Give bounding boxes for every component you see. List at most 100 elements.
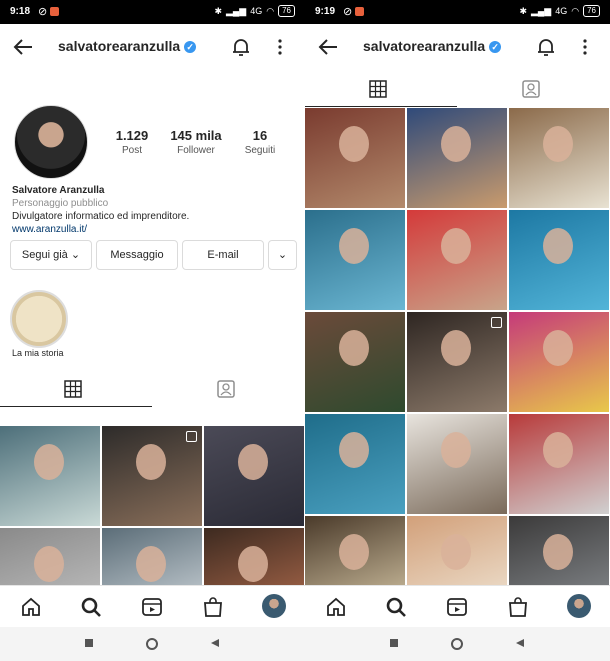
photo-subject (238, 444, 268, 480)
reels-icon[interactable] (141, 596, 163, 618)
verified-badge-icon: ✓ (184, 41, 197, 53)
profile-tabs (305, 72, 610, 107)
home-icon[interactable] (20, 596, 42, 618)
search-icon[interactable] (385, 596, 407, 618)
photo-subject (339, 126, 369, 162)
back-arrow-icon[interactable] (12, 36, 34, 58)
profile-category: Personaggio pubblico (12, 198, 109, 209)
post-thumbnail[interactable] (407, 108, 507, 208)
grid-icon (64, 380, 82, 398)
profile-username: salvatorearanzulla ✓ (58, 38, 197, 54)
post-thumbnail[interactable] (407, 312, 507, 412)
bottom-nav (305, 585, 610, 628)
post-thumbnail[interactable] (305, 210, 405, 310)
photo-subject (339, 228, 369, 264)
wifi-icon: ◠ (571, 5, 580, 16)
photo-subject (543, 534, 573, 570)
stat-following-label: Seguiti (244, 145, 276, 156)
username-text: salvatorearanzulla (58, 38, 181, 54)
left-screen: 9:18 ⊘ ✱ ▂▄▆ 4G ◠ 76 salvatorearanzulla ✓… (0, 0, 305, 661)
network-label: 4G (250, 6, 263, 16)
tab-grid[interactable] (305, 72, 457, 107)
more-options-icon[interactable] (575, 36, 595, 58)
profile-avatar-nav[interactable] (262, 594, 286, 618)
bluetooth-icon: ✱ (519, 5, 527, 16)
system-nav-bar (0, 627, 305, 661)
post-thumbnail[interactable] (102, 426, 202, 526)
home-circle-icon[interactable] (146, 638, 158, 650)
following-button[interactable]: Segui già ⌄ (10, 240, 92, 270)
signal-icon: ▂▄▆ (225, 5, 247, 16)
recents-square-icon[interactable] (389, 638, 399, 648)
shop-icon[interactable] (202, 596, 224, 618)
carousel-icon (491, 317, 502, 328)
search-icon[interactable] (80, 596, 102, 618)
photo-subject (543, 126, 573, 162)
verified-badge-icon: ✓ (489, 41, 502, 53)
photo-subject (441, 330, 471, 366)
post-thumbnail[interactable] (305, 108, 405, 208)
tab-grid[interactable] (0, 372, 152, 407)
tab-tagged[interactable] (458, 72, 610, 106)
profile-bio: Divulgatore informatico ed imprenditore. (12, 211, 190, 222)
photo-subject (543, 228, 573, 264)
system-nav-bar (305, 627, 610, 661)
network-label: 4G (555, 6, 568, 16)
photo-subject (441, 228, 471, 264)
post-thumbnail[interactable] (204, 426, 304, 526)
post-thumbnail[interactable] (0, 426, 100, 526)
posts-grid (305, 108, 610, 616)
profile-avatar-nav[interactable] (567, 594, 591, 618)
suggestions-button[interactable]: ⌄ (268, 240, 297, 270)
back-triangle-icon[interactable] (210, 638, 220, 648)
photo-subject (441, 126, 471, 162)
message-button[interactable]: Messaggio (96, 240, 178, 270)
stat-following[interactable]: 16 Seguiti (225, 128, 295, 156)
stat-followers[interactable]: 145 mila Follower (161, 128, 231, 156)
username-text: salvatorearanzulla (363, 38, 486, 54)
app-bar: salvatorearanzulla ✓ (0, 24, 305, 70)
photo-subject (543, 330, 573, 366)
photo-subject (441, 534, 471, 570)
alarm-off-icon: ⊘ (38, 6, 48, 18)
email-button[interactable]: E-mail (182, 240, 264, 270)
tab-tagged[interactable] (153, 372, 305, 406)
battery-icon: 76 (583, 5, 600, 17)
home-icon[interactable] (325, 596, 347, 618)
post-thumbnail[interactable] (305, 414, 405, 514)
photo-subject (339, 432, 369, 468)
back-triangle-icon[interactable] (515, 638, 525, 648)
profile-link[interactable]: www.aranzulla.it/ (12, 224, 87, 235)
app-bar: salvatorearanzulla ✓ (305, 24, 610, 70)
post-thumbnail[interactable] (407, 414, 507, 514)
bell-icon[interactable] (535, 36, 557, 58)
post-thumbnail[interactable] (509, 312, 609, 412)
tagged-person-icon (217, 380, 235, 398)
more-options-icon[interactable] (270, 36, 290, 58)
home-circle-icon[interactable] (451, 638, 463, 650)
profile-avatar[interactable] (14, 105, 88, 179)
photo-subject (441, 432, 471, 468)
status-bar: 9:19 ⊘ ✱ ▂▄▆ 4G ◠ 76 (305, 0, 610, 24)
post-thumbnail[interactable] (407, 210, 507, 310)
stat-followers-label: Follower (177, 145, 215, 156)
shop-icon[interactable] (507, 596, 529, 618)
post-thumbnail[interactable] (509, 210, 609, 310)
carousel-icon (186, 431, 197, 442)
post-thumbnail[interactable] (509, 414, 609, 514)
battery-icon: 76 (278, 5, 295, 17)
tagged-person-icon (522, 80, 540, 98)
photo-subject (339, 534, 369, 570)
photo-subject (136, 444, 166, 480)
reels-icon[interactable] (446, 596, 468, 618)
profile-tabs (0, 372, 305, 407)
chevron-down-icon: ⌄ (277, 249, 288, 261)
back-arrow-icon[interactable] (317, 36, 339, 58)
story-highlight[interactable] (10, 290, 68, 348)
bell-icon[interactable] (230, 36, 252, 58)
post-thumbnail[interactable] (305, 312, 405, 412)
post-thumbnail[interactable] (509, 108, 609, 208)
recents-square-icon[interactable] (84, 638, 94, 648)
stat-posts[interactable]: 1.129 Post (97, 128, 167, 156)
photo-subject (136, 546, 166, 582)
